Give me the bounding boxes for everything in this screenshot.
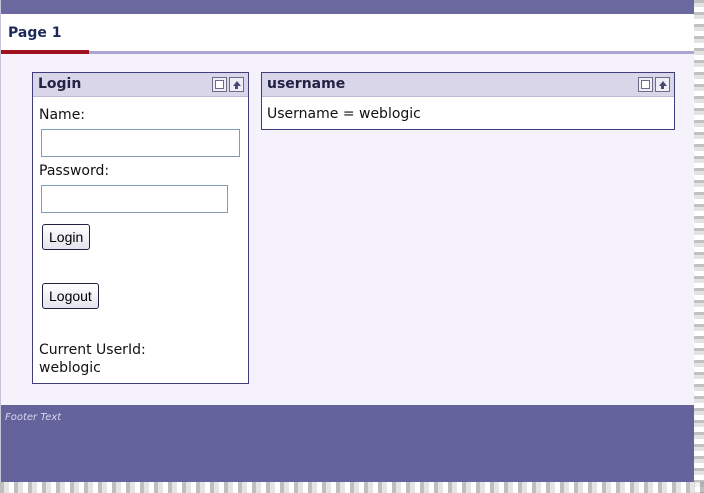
current-userid-label: Current UserId: [39,342,146,358]
tab-bar-divider [89,51,694,54]
password-field[interactable] [41,185,228,213]
login-button[interactable]: Login [42,224,91,250]
logout-button[interactable]: Logout [42,283,99,309]
password-label: Password: [39,163,110,179]
username-portlet-title: username [267,76,346,92]
username-portlet-titlebar: username [262,73,674,97]
torn-edge-right [694,0,704,493]
username-display: Username = weblogic [267,106,421,122]
portal-page: Page 1 Login Name: Password: Login Logou… [0,0,694,482]
tab-page-1[interactable]: Page 1 [8,25,61,41]
maximize-icon[interactable] [655,77,670,92]
active-tab-indicator [1,50,89,54]
login-portlet: Login Name: Password: Login Logout Curre… [32,72,249,384]
minimize-icon[interactable] [212,77,227,92]
name-field[interactable] [41,129,240,157]
current-userid-value: weblogic [39,360,101,376]
username-portlet-controls [638,77,670,92]
login-portlet-titlebar: Login [33,73,248,97]
footer-text: Footer Text [5,412,62,423]
login-portlet-title: Login [38,76,82,92]
maximize-icon[interactable] [229,77,244,92]
username-portlet: username Username = weblogic [261,72,675,130]
minimize-icon[interactable] [638,77,653,92]
page-footer: Footer Text [1,405,694,482]
torn-edge-bottom [0,482,704,493]
header-strip [1,0,694,14]
name-label: Name: [39,107,86,123]
login-portlet-controls [212,77,244,92]
page-tab-bar: Page 1 [1,14,694,54]
